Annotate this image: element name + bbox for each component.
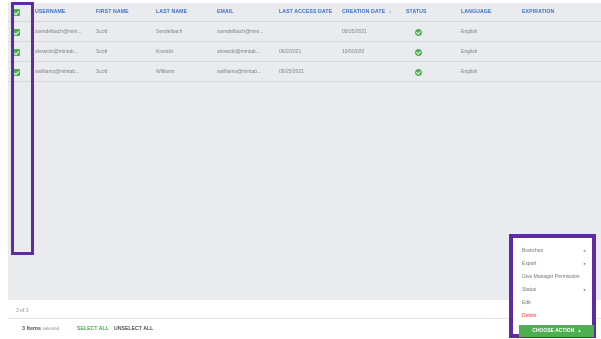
menu-item-branches[interactable]: Branches: [522, 248, 543, 254]
menu-item-give-manager-permission[interactable]: Give Manager Permission: [522, 274, 580, 280]
column-header-email[interactable]: EMAIL: [217, 3, 234, 22]
email-cell: skowicki@mintab...: [217, 49, 260, 55]
selected-label: selected: [42, 326, 60, 331]
table-row[interactable]: ssendelbach@mini... Scott Sendelbach sse…: [8, 23, 601, 42]
column-header-status[interactable]: STATUS: [406, 3, 427, 22]
email-cell: swilliams@mintab...: [217, 69, 262, 75]
language-cell: English: [461, 69, 478, 75]
table-row[interactable]: skowicki@mintab... Scott Kowicki skowick…: [8, 43, 601, 62]
submenu-arrow-icon: [584, 261, 586, 267]
last-access-cell: 05/25/2021: [279, 69, 305, 75]
menu-item-export[interactable]: Export: [522, 261, 536, 267]
action-menu: Branches Export Give Manager Permission …: [509, 234, 596, 338]
username-cell: skowicki@mintab...: [35, 49, 78, 55]
row-checkbox[interactable]: [13, 29, 20, 36]
last-name-cell: Sendelbach: [156, 29, 183, 35]
column-header-last-name[interactable]: LAST NAME: [156, 3, 187, 22]
last-name-cell: Williams: [156, 69, 175, 75]
username-cell: swilliams@mintab...: [35, 69, 80, 75]
creation-date-cell: 10/5/2020: [342, 49, 365, 55]
column-header-first-name[interactable]: FIRST NAME: [96, 3, 129, 22]
submenu-arrow-icon: [584, 248, 586, 254]
status-active-icon: [415, 49, 422, 56]
table-header-row: USERNAME FIRST NAME LAST NAME EMAIL LAST…: [8, 3, 601, 22]
user-management-screen: USERNAME FIRST NAME LAST NAME EMAIL LAST…: [0, 0, 601, 339]
select-all-checkbox[interactable]: [13, 9, 20, 16]
language-cell: English: [461, 29, 478, 35]
column-header-expiration[interactable]: EXPIRATION: [522, 3, 554, 22]
creation-date-cell: 05/25/2021: [342, 29, 368, 35]
last-access-cell: 06/2/2021: [279, 49, 302, 55]
language-cell: English: [461, 49, 478, 55]
items-label: Items: [26, 326, 41, 332]
last-name-cell: Kowicki: [156, 49, 173, 55]
unselect-all-link[interactable]: UNSELECT ALL: [114, 326, 153, 332]
creation-date-label: CREATION DATE: [342, 9, 386, 15]
status-active-icon: [415, 29, 422, 36]
column-header-last-access-date[interactable]: LAST ACCESS DATE: [279, 3, 332, 22]
status-active-icon: [415, 69, 422, 76]
username-cell: ssendelbach@mini...: [35, 29, 82, 35]
first-name-cell: Scott: [96, 49, 108, 55]
table-row[interactable]: swilliams@mintab... Scott Williams swill…: [8, 63, 601, 82]
email-cell: ssendelbach@mini...: [217, 29, 264, 35]
menu-item-delete[interactable]: Delete: [522, 313, 536, 319]
selected-count-number: 3: [22, 326, 26, 332]
selected-items-count: 3 Items selected: [22, 326, 59, 332]
row-checkbox[interactable]: [13, 69, 20, 76]
column-header-creation-date[interactable]: CREATION DATE ↓: [342, 3, 391, 22]
choose-action-button[interactable]: CHOOSE ACTION ▴: [519, 325, 594, 337]
caret-up-icon: ▴: [578, 328, 581, 334]
submenu-arrow-icon: [584, 287, 586, 293]
choose-action-label: CHOOSE ACTION: [532, 328, 575, 334]
menu-item-edit[interactable]: Edit: [522, 300, 531, 306]
menu-item-status[interactable]: Status: [522, 287, 536, 293]
row-checkbox[interactable]: [13, 49, 20, 56]
column-header-language[interactable]: LANGUAGE: [461, 3, 491, 22]
first-name-cell: Scott: [96, 69, 108, 75]
first-name-cell: Scott: [96, 29, 108, 35]
column-header-username[interactable]: USERNAME: [35, 3, 66, 22]
pagination-count: 3 of 3: [16, 308, 29, 314]
sort-arrow-icon: ↓: [388, 9, 392, 15]
select-all-link[interactable]: SELECT ALL: [77, 326, 109, 332]
